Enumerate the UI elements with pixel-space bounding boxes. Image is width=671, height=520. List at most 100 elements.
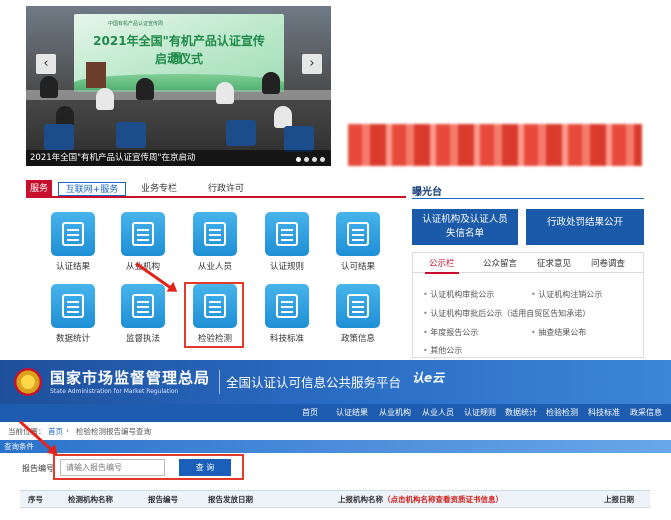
results-table-header: 序号 检测机构名称 报告编号 报告发放日期 上报机构名称（点击机构名称查看资质证…: [20, 490, 650, 508]
people-icon: [193, 212, 237, 256]
checklist-icon: [336, 212, 380, 256]
tile-personnel[interactable]: 从业人员: [190, 212, 240, 272]
col-header-upload-date: 上报日期: [604, 495, 634, 504]
list-icon: [336, 284, 380, 328]
tile-label: 数据统计: [55, 334, 90, 344]
service-tag: 服务: [26, 180, 52, 198]
news-carousel[interactable]: 中国有机产品认证宣传周 2021年全国"有机产品认证宣传周" 启动仪式 ‹ › …: [26, 6, 331, 166]
chair: [226, 120, 256, 146]
site-header: 国家市场监督管理总局 State Administration for Mark…: [0, 360, 671, 404]
tile-tech-standards[interactable]: 科技标准: [262, 284, 312, 344]
tile-label: 政策信息: [340, 334, 375, 344]
divider: [412, 198, 644, 199]
attendee: [216, 82, 234, 104]
exposure-title: 曝光台: [412, 187, 442, 198]
clipboard-icon: [121, 284, 165, 328]
rulebook-icon: [265, 212, 309, 256]
col-header-uploader-text: 上报机构名称: [338, 495, 383, 504]
tile-statistics[interactable]: 数据统计: [48, 284, 98, 344]
tab-bulletin[interactable]: 公示栏: [425, 257, 458, 274]
list-item[interactable]: 认证机构审批后公示（适用自贸区告知承诺）: [423, 308, 590, 319]
button-line: 认证机构及认证人员: [422, 214, 508, 225]
nav-item-agencies[interactable]: 从业机构: [379, 407, 411, 418]
carousel-dot[interactable]: [304, 157, 309, 162]
carousel-dot[interactable]: [296, 157, 301, 162]
platform-logo: 认e云: [412, 371, 445, 385]
announcement-panel: 公示栏 公众留言 征求意见 问卷调查 认证机构审批公示 认证机构注销公示 认证机…: [412, 252, 644, 358]
tile-label: 从业人员: [197, 262, 232, 272]
tile-policy-info[interactable]: 政策信息: [333, 284, 383, 344]
tile-supervision[interactable]: 监督执法: [118, 284, 168, 344]
tab-internet-service[interactable]: 互联网+服务: [58, 182, 126, 196]
attendee: [96, 88, 114, 110]
attendee: [136, 78, 154, 100]
chair: [116, 122, 146, 148]
tile-label: 认证规则: [269, 262, 304, 272]
breadcrumb-home[interactable]: 首页: [48, 426, 63, 437]
tab-public-message[interactable]: 公众留言: [483, 257, 517, 269]
list-item[interactable]: 其他公示: [423, 345, 462, 356]
nav-item-home[interactable]: 首页: [302, 407, 318, 418]
nav-item-cert-results[interactable]: 认证结果: [336, 407, 368, 418]
attendee: [274, 106, 292, 128]
gauge-icon: [265, 284, 309, 328]
header-divider: [219, 370, 220, 394]
list-item[interactable]: 抽查结果公布: [531, 327, 586, 338]
highlight-box-query: [53, 454, 244, 480]
attendee: [40, 76, 58, 98]
tab-admin-license[interactable]: 行政许可: [201, 182, 251, 196]
list-item[interactable]: 认证机构注销公示: [531, 289, 602, 300]
stage-top-text: 中国有机产品认证宣传周: [108, 21, 164, 27]
list-item[interactable]: 认证机构审批公示: [423, 289, 494, 300]
tile-cert-results[interactable]: 认证结果: [48, 212, 98, 272]
query-section-title: 查询条件: [4, 442, 34, 451]
chair: [284, 126, 314, 152]
breadcrumb-separator: ›: [66, 426, 69, 435]
carousel-caption[interactable]: 2021年全国"有机产品认证宣传周"在京启动: [26, 150, 331, 166]
certificate-icon: [51, 212, 95, 256]
tile-label: 认证结果: [55, 262, 90, 272]
briefcase-icon: [121, 212, 165, 256]
col-header-date: 报告发放日期: [208, 495, 253, 504]
report-number-label: 报告编号: [22, 464, 54, 473]
tile-label: 认可结果: [340, 262, 375, 272]
podium: [86, 62, 106, 88]
carousel-prev-button[interactable]: ‹: [36, 54, 56, 74]
national-emblem-icon: [14, 368, 42, 396]
org-name-cn: 国家市场监督管理总局: [50, 369, 211, 387]
penalty-results-button[interactable]: 行政处罚结果公开: [526, 209, 644, 245]
blurred-ad-banner[interactable]: [348, 124, 642, 166]
tab-survey[interactable]: 问卷调查: [591, 257, 625, 269]
carousel-next-button[interactable]: ›: [302, 54, 322, 74]
col-header-uploader: 上报机构名称（点击机构名称查看资质证书信息）: [338, 494, 503, 505]
list-item[interactable]: 年度报告公示: [423, 327, 478, 338]
tile-label: 监督执法: [125, 334, 160, 344]
chair: [44, 124, 74, 150]
nav-item-inspection[interactable]: 检验检测: [546, 407, 578, 418]
service-tabbar: 服务 互联网+服务 业务专栏 行政许可: [26, 180, 406, 198]
tile-label: 科技标准: [269, 334, 304, 344]
nav-item-statistics[interactable]: 数据统计: [505, 407, 537, 418]
main-nav: 首页 认证结果 从业机构 从业人员 认证规则 数据统计 检验检测 科技标准 政采…: [0, 404, 671, 422]
stage-subtitle: 启动仪式: [154, 52, 203, 66]
carousel-dots[interactable]: [296, 157, 325, 162]
carousel-dot[interactable]: [312, 157, 317, 162]
magnifier-chart-icon: [51, 284, 95, 328]
tile-agencies[interactable]: 从业机构: [118, 212, 168, 272]
carousel-dot[interactable]: [320, 157, 325, 162]
nav-item-standards[interactable]: 科技标准: [588, 407, 620, 418]
col-header-report-no: 报告编号: [148, 495, 178, 504]
tile-accreditation[interactable]: 认可结果: [333, 212, 383, 272]
breadcrumb: 当前位置： 首页 › 检验检测报告编号查询: [0, 424, 671, 438]
col-header-uploader-note: （点击机构名称查看资质证书信息）: [383, 495, 503, 504]
nav-item-cert-rules[interactable]: 认证规则: [464, 407, 496, 418]
dishonest-list-button[interactable]: 认证机构及认证人员 失信名单: [412, 209, 518, 245]
col-header-no: 序号: [28, 495, 43, 504]
tab-business-column[interactable]: 业务专栏: [134, 182, 184, 196]
nav-item-personnel[interactable]: 从业人员: [422, 407, 454, 418]
nav-item-procurement[interactable]: 政采信息: [630, 407, 662, 418]
tile-cert-rules[interactable]: 认证规则: [262, 212, 312, 272]
table-row-decor: [26, 90, 331, 100]
tab-solicit-opinion[interactable]: 征求意见: [537, 257, 571, 269]
query-section-header: 查询条件: [0, 440, 671, 453]
